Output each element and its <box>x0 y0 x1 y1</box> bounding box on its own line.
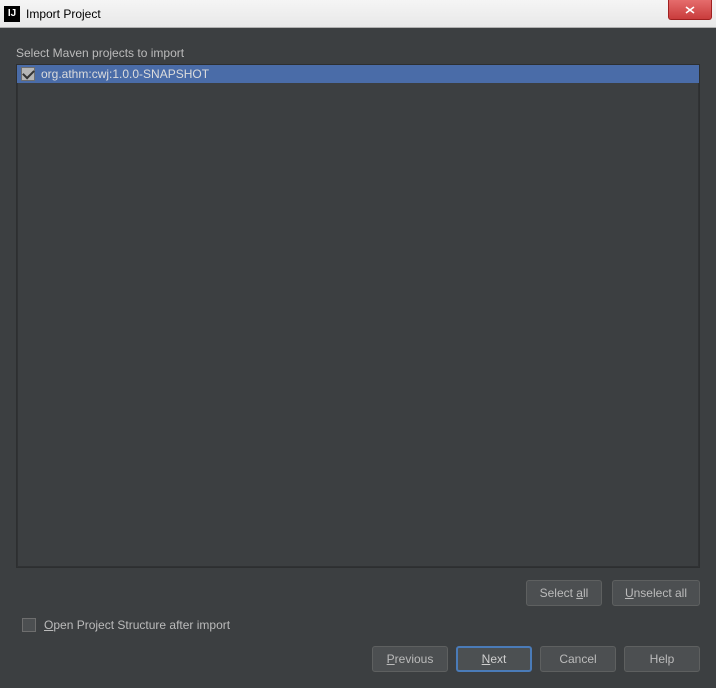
open-structure-checkbox[interactable] <box>22 618 36 632</box>
next-button[interactable]: Next <box>456 646 532 672</box>
open-structure-label[interactable]: Open Project Structure after import <box>44 618 230 632</box>
window-title: Import Project <box>26 7 101 21</box>
help-button[interactable]: Help <box>624 646 700 672</box>
list-label: Select Maven projects to import <box>16 40 700 60</box>
select-all-button[interactable]: Select all <box>526 580 602 606</box>
project-label: org.athm:cwj:1.0.0-SNAPSHOT <box>41 67 209 81</box>
selection-button-row: Select all Unselect all <box>16 568 700 614</box>
wizard-button-row: Previous Next Cancel Help <box>16 646 700 680</box>
previous-button[interactable]: Previous <box>372 646 448 672</box>
app-icon: IJ <box>4 6 20 22</box>
titlebar-left: IJ Import Project <box>4 6 101 22</box>
open-structure-option[interactable]: Open Project Structure after import <box>16 614 700 646</box>
cancel-button[interactable]: Cancel <box>540 646 616 672</box>
close-button[interactable] <box>668 0 712 20</box>
titlebar: IJ Import Project <box>0 0 716 28</box>
unselect-all-button[interactable]: Unselect all <box>612 580 700 606</box>
content-area: Select Maven projects to import org.athm… <box>0 28 716 688</box>
close-icon <box>685 6 695 14</box>
project-list[interactable]: org.athm:cwj:1.0.0-SNAPSHOT <box>16 64 700 568</box>
project-row[interactable]: org.athm:cwj:1.0.0-SNAPSHOT <box>17 65 699 83</box>
project-checkbox[interactable] <box>21 67 35 81</box>
